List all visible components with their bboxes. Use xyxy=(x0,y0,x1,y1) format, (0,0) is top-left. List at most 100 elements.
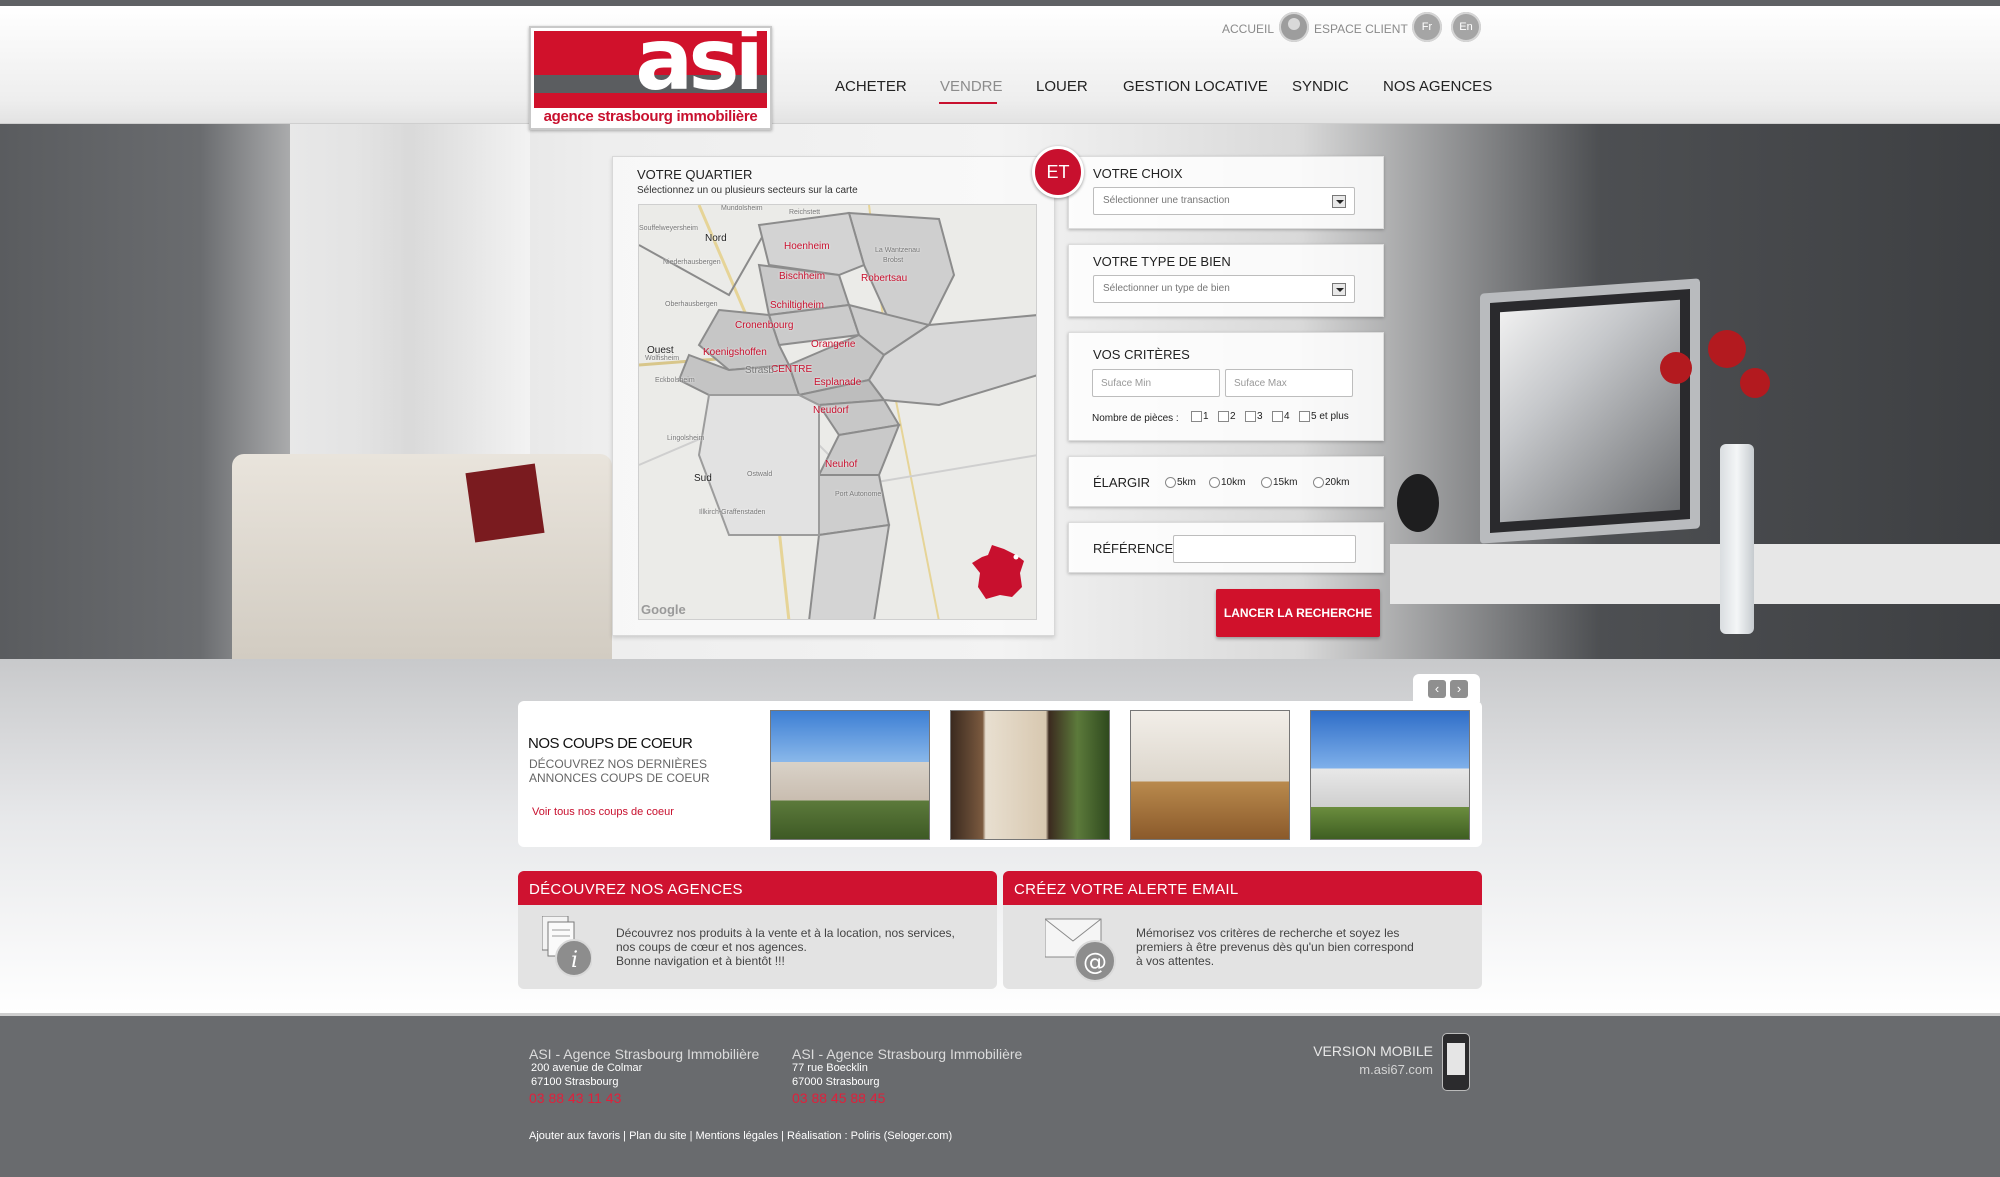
lang-fr-button[interactable]: Fr xyxy=(1412,12,1442,42)
map-place: Strasb xyxy=(745,365,774,376)
radius-15km[interactable]: 15km xyxy=(1261,477,1297,488)
asi-logo[interactable]: asi agence strasbourg immobilière xyxy=(529,26,772,130)
choix-label: VOTRE CHOIX xyxy=(1093,166,1183,181)
agences-card-title[interactable]: DÉCOUVREZ NOS AGENCES xyxy=(518,871,997,905)
pieces-checkbox-2[interactable]: 2 xyxy=(1218,411,1236,422)
map-place: Souffelweyersheim xyxy=(639,225,699,232)
red-cushion xyxy=(465,463,545,543)
alerte-card-title[interactable]: CRÉEZ VOTRE ALERTE EMAIL xyxy=(1003,871,1482,905)
pieces-checkbox-5[interactable]: 5 et plus xyxy=(1299,411,1349,422)
choix-section: VOTRE CHOIX Sélectionner une transaction xyxy=(1068,156,1384,229)
map-place: Niederhausbergen xyxy=(663,259,721,266)
mobile-version-url[interactable]: m.asi67.com xyxy=(1359,1062,1433,1077)
map-place: Eckbolsheim xyxy=(655,377,695,384)
district-schiltigheim[interactable]: Schiltigheim xyxy=(770,300,824,311)
living-room-photo[interactable] xyxy=(1130,710,1290,840)
pieces-checkbox-1[interactable]: 1 xyxy=(1191,411,1209,422)
residence-photo[interactable] xyxy=(1310,710,1470,840)
nav-gestion-locative[interactable]: GESTION LOCATIVE xyxy=(1123,78,1268,95)
district-neuhof[interactable]: Neuhof xyxy=(825,459,857,470)
reference-section: RÉFÉRENCE xyxy=(1068,522,1384,573)
radius-5km[interactable]: 5km xyxy=(1165,477,1196,488)
logo-mark: asi xyxy=(635,31,764,108)
map-place: Mundolsheim xyxy=(721,205,763,212)
property-type-select[interactable]: Sélectionner un type de bien xyxy=(1093,275,1355,303)
red-flower xyxy=(1660,352,1692,384)
tv-shelf xyxy=(1390,544,2000,604)
reference-input[interactable] xyxy=(1173,535,1356,563)
district-robertsau[interactable]: Robertsau xyxy=(861,273,907,284)
agency2-name: ASI - Agence Strasbourg Immobilière xyxy=(792,1046,1023,1062)
coups-de-coeur-subtitle: DÉCOUVREZ NOS DERNIÈRES ANNONCES COUPS D… xyxy=(529,757,710,785)
district-cronenbourg[interactable]: Cronenbourg xyxy=(735,320,793,331)
coups-de-coeur-title: NOS COUPS DE COEUR xyxy=(528,735,693,752)
map-place: Port Autonome xyxy=(835,491,882,498)
pieces-checkbox-4[interactable]: 4 xyxy=(1272,411,1290,422)
district-esplanade[interactable]: Esplanade xyxy=(814,377,861,388)
nav-syndic[interactable]: SYNDIC xyxy=(1292,78,1349,95)
chevron-down-icon[interactable] xyxy=(1332,195,1346,208)
et-badge: ET xyxy=(1032,146,1084,198)
mobile-version-title[interactable]: VERSION MOBILE xyxy=(1313,1043,1433,1059)
surface-min-input[interactable]: Suface Min xyxy=(1092,369,1220,397)
map-panel-subtitle: Sélectionnez un ou plusieurs secteurs su… xyxy=(637,185,858,196)
lang-en-button[interactable]: En xyxy=(1451,12,1481,42)
email-at-icon: @ xyxy=(1044,915,1119,983)
property-type-select-value: Sélectionner un type de bien xyxy=(1103,283,1230,294)
district-bischheim[interactable]: Bischheim xyxy=(779,271,825,282)
agency2-phone[interactable]: 03 88 45 88 45 xyxy=(792,1090,885,1106)
half-timbered-house-photo[interactable] xyxy=(950,710,1110,840)
apartment-building-photo[interactable] xyxy=(770,710,930,840)
zone-sud-label[interactable]: Sud xyxy=(694,473,712,484)
footer-links[interactable]: Ajouter aux favoris | Plan du site | Men… xyxy=(529,1130,952,1142)
zone-nord-label[interactable]: Nord xyxy=(705,233,727,244)
carousel-arrows: ‹ › xyxy=(1413,674,1480,702)
google-credit: Google xyxy=(641,602,686,617)
elargir-label: ÉLARGIR xyxy=(1093,475,1151,490)
nav-acheter[interactable]: ACHETER xyxy=(835,78,907,95)
district-orangerie[interactable]: Orangerie xyxy=(811,339,855,350)
map-place: Lingolsheim xyxy=(667,435,705,442)
voir-coups-de-coeur-link[interactable]: Voir tous nos coups de coeur xyxy=(532,806,674,818)
nav-vendre[interactable]: VENDRE xyxy=(940,78,1003,95)
map-panel: VOTRE QUARTIER Sélectionnez un ou plusie… xyxy=(612,156,1055,636)
pieces-label: Nombre de pièces : xyxy=(1092,413,1179,424)
district-neudorf[interactable]: Neudorf xyxy=(813,405,849,416)
black-vase xyxy=(1397,474,1439,532)
criteres-section: VOS CRITÈRES Suface Min Suface Max Nombr… xyxy=(1068,332,1384,441)
smartphone-icon[interactable] xyxy=(1442,1033,1470,1091)
header xyxy=(0,6,2000,124)
nav-louer[interactable]: LOUER xyxy=(1036,78,1088,95)
district-koenigshoffen[interactable]: Koenigshoffen xyxy=(703,347,767,358)
espace-client-link[interactable]: ESPACE CLIENT xyxy=(1314,22,1408,36)
coups-de-coeur-panel: NOS COUPS DE COEUR DÉCOUVREZ NOS DERNIÈR… xyxy=(518,701,1482,847)
glass-vase xyxy=(1720,444,1754,634)
agences-card-text: Découvrez nos produits à la vente et à l… xyxy=(616,926,955,968)
type-label: VOTRE TYPE DE BIEN xyxy=(1093,254,1231,269)
map-place: Wolfisheim xyxy=(645,355,680,362)
pieces-checkbox-3[interactable]: 3 xyxy=(1245,411,1263,422)
accueil-link[interactable]: ACCUEIL xyxy=(1222,22,1274,36)
agency1-name: ASI - Agence Strasbourg Immobilière xyxy=(529,1046,760,1062)
alerte-card[interactable]: CRÉEZ VOTRE ALERTE EMAIL @ Mémorisez vos… xyxy=(1003,871,1482,989)
district-map[interactable]: Nord Ouest Sud Hoenheim Bischheim Robert… xyxy=(638,204,1037,620)
user-icon[interactable] xyxy=(1279,12,1309,42)
transaction-select-value: Sélectionner une transaction xyxy=(1103,195,1230,206)
agency1-phone[interactable]: 03 88 43 11 43 xyxy=(529,1090,621,1106)
district-centre[interactable]: CENTRE xyxy=(771,364,812,375)
chevron-right-icon[interactable]: › xyxy=(1450,680,1468,698)
transaction-select[interactable]: Sélectionner une transaction xyxy=(1093,187,1355,215)
map-place: Ostwald xyxy=(747,471,773,478)
agences-card[interactable]: DÉCOUVREZ NOS AGENCES i Découvrez nos pr… xyxy=(518,871,997,989)
nav-nos-agences[interactable]: NOS AGENCES xyxy=(1383,78,1492,95)
chevron-down-icon[interactable] xyxy=(1332,283,1346,296)
red-flower xyxy=(1740,368,1770,398)
radius-20km[interactable]: 20km xyxy=(1313,477,1349,488)
radius-10km[interactable]: 10km xyxy=(1209,477,1245,488)
alerte-card-text: Mémorisez vos critères de recherche et s… xyxy=(1136,926,1414,968)
chevron-left-icon[interactable]: ‹ xyxy=(1428,680,1446,698)
surface-max-input[interactable]: Suface Max xyxy=(1225,369,1353,397)
agency2-address: 77 rue Boecklin 67000 Strasbourg xyxy=(792,1062,880,1088)
district-hoenheim[interactable]: Hoenheim xyxy=(784,241,830,252)
search-button[interactable]: LANCER LA RECHERCHE xyxy=(1216,589,1380,637)
